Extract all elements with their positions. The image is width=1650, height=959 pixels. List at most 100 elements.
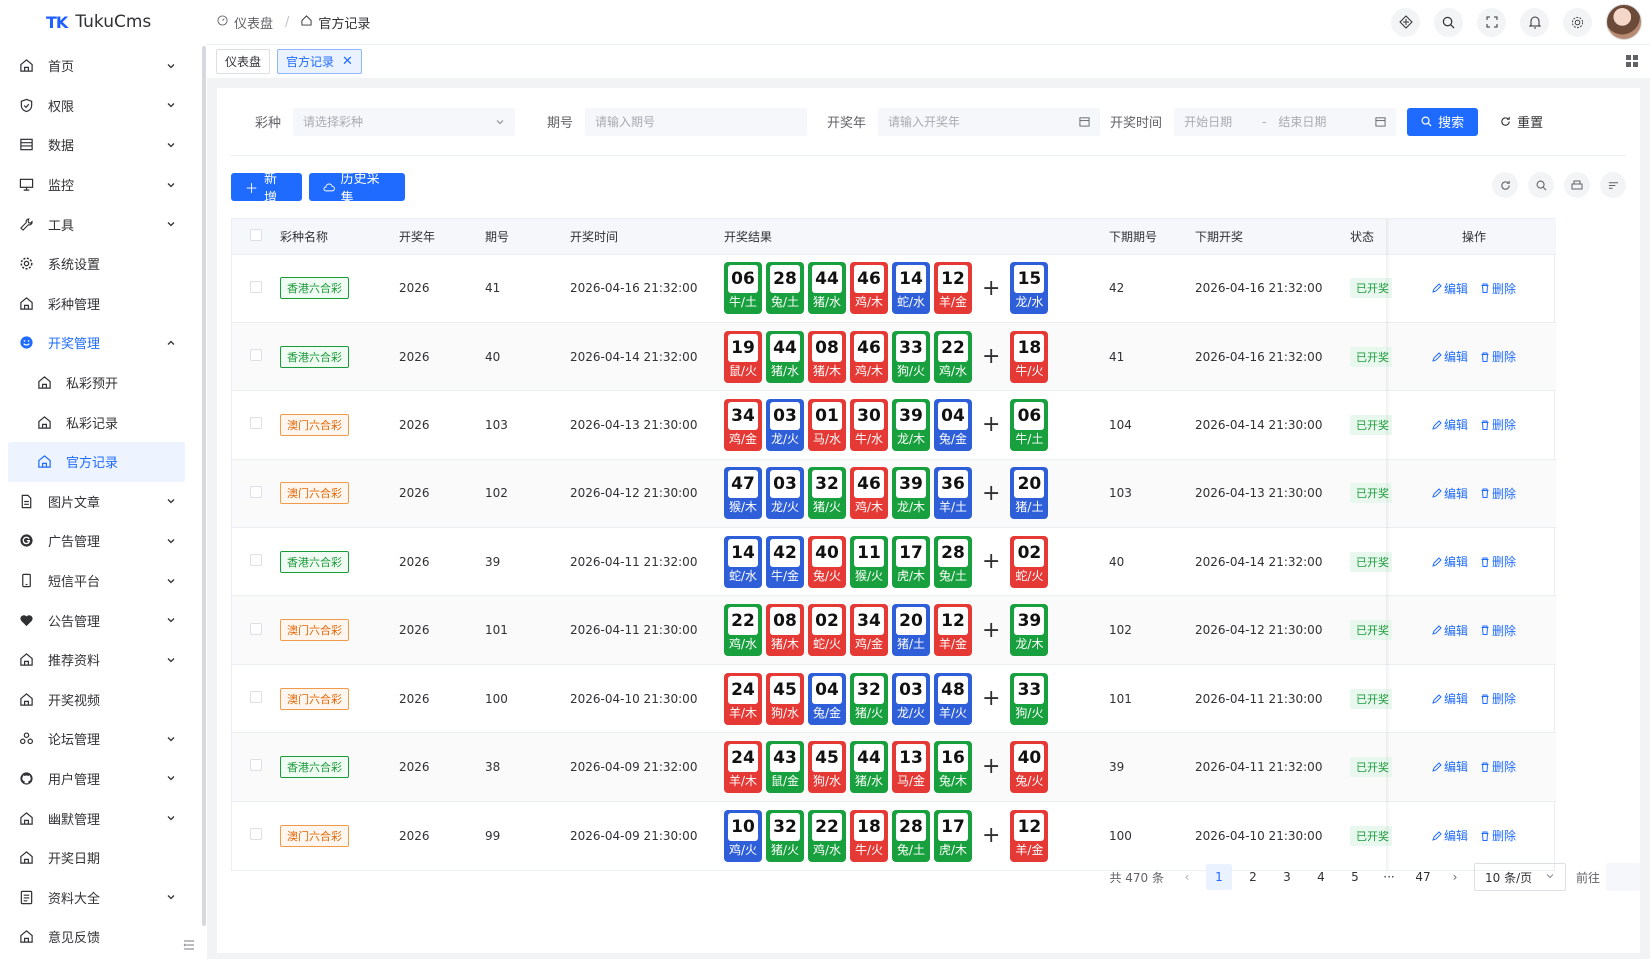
row-checkbox[interactable] [250, 280, 262, 293]
draw-year: 2026 [399, 527, 485, 597]
add-button[interactable]: ＋ 新增 [231, 172, 302, 206]
trash-icon [1481, 831, 1489, 841]
page-button[interactable]: 4 [1308, 864, 1334, 890]
page-ellipsis[interactable]: ··· [1376, 864, 1402, 890]
sidebar-item-17[interactable]: 论坛管理 [0, 719, 207, 759]
row-checkbox[interactable] [250, 554, 262, 567]
delete-button[interactable]: 删除 [1480, 553, 1516, 570]
delete-button[interactable]: 删除 [1480, 485, 1516, 502]
sidebar-item-9[interactable]: 私彩记录 [0, 402, 207, 442]
special-ball: 06 牛/土 [1010, 398, 1049, 451]
next-page-button[interactable]: › [1442, 864, 1468, 890]
sidebar-item-3[interactable]: 监控 [0, 165, 207, 205]
delete-button[interactable]: 删除 [1480, 348, 1516, 365]
sidebar-item-4[interactable]: 工具 [0, 204, 207, 244]
sidebar-item-14[interactable]: 公告管理 [0, 600, 207, 640]
close-icon[interactable]: ✕ [342, 54, 353, 69]
edit-button[interactable]: 编辑 [1432, 758, 1468, 775]
sidebar-item-6[interactable]: 彩种管理 [0, 284, 207, 324]
issue-input[interactable]: 请输入期号 [585, 107, 808, 136]
prev-page-button[interactable]: ‹ [1174, 864, 1200, 890]
delete-button[interactable]: 删除 [1480, 758, 1516, 775]
row-checkbox[interactable] [250, 828, 262, 841]
sidebar-item-10[interactable]: 官方记录 [8, 441, 185, 482]
page-button[interactable]: 5 [1342, 864, 1368, 890]
search-icon[interactable] [1528, 172, 1554, 198]
fullscreen-icon[interactable] [1477, 7, 1506, 37]
refresh-icon[interactable] [1492, 172, 1518, 198]
sidebar-item-15[interactable]: 推荐资料 [0, 640, 207, 680]
tab-official-records[interactable]: 官方记录 ✕ [277, 49, 362, 74]
delete-button[interactable]: 删除 [1480, 280, 1516, 297]
col-header-result[interactable]: 开奖结果 [724, 219, 1109, 255]
history-collect-button[interactable]: 历史采集 [309, 172, 405, 206]
collapse-sidebar-icon[interactable] [182, 938, 196, 952]
col-header-next-time[interactable]: 下期开奖 [1195, 219, 1350, 255]
edit-button[interactable]: 编辑 [1432, 485, 1468, 502]
page-button[interactable]: 1 [1205, 864, 1232, 890]
sidebar-item-12[interactable]: 广告管理 [0, 521, 207, 561]
sidebar-scrollbar[interactable] [202, 46, 206, 926]
edit-button[interactable]: 编辑 [1432, 827, 1468, 844]
delete-button[interactable]: 删除 [1480, 690, 1516, 707]
page-button[interactable]: 2 [1240, 864, 1266, 890]
page-button[interactable]: 3 [1274, 864, 1300, 890]
delete-button[interactable]: 删除 [1480, 622, 1516, 639]
sidebar-item-0[interactable]: 首页 [0, 46, 207, 86]
user-avatar[interactable] [1606, 4, 1642, 40]
row-checkbox[interactable] [250, 622, 262, 635]
col-header-issue[interactable]: 期号 [485, 219, 570, 255]
lottery-type-select[interactable]: 请选择彩种 [293, 107, 516, 136]
column-settings-icon[interactable] [1600, 172, 1626, 198]
sidebar-item-11[interactable]: 图片文章 [0, 482, 207, 522]
edit-button[interactable]: 编辑 [1432, 416, 1468, 433]
search-button[interactable]: 搜索 [1407, 107, 1479, 136]
sidebar-item-8[interactable]: 私彩预开 [0, 363, 207, 403]
print-icon[interactable] [1564, 172, 1590, 198]
row-checkbox[interactable] [250, 759, 262, 772]
settings-icon[interactable] [1563, 7, 1592, 37]
delete-button[interactable]: 删除 [1480, 416, 1516, 433]
col-header-time[interactable]: 开奖时间 [570, 219, 724, 255]
row-checkbox[interactable] [250, 485, 262, 498]
sidebar-item-13[interactable]: 短信平台 [0, 561, 207, 601]
edit-button[interactable]: 编辑 [1432, 348, 1468, 365]
tab-dashboard[interactable]: 仪表盘 [216, 49, 271, 74]
goto-page-input[interactable] [1606, 863, 1640, 891]
draw-date-range[interactable]: 开始日期 - 结束日期 [1174, 107, 1397, 136]
grid-icon[interactable] [1626, 55, 1638, 71]
sidebar-item-7[interactable]: 开奖管理 [0, 323, 207, 363]
reset-button[interactable]: 重置 [1486, 108, 1557, 136]
sidebar-item-16[interactable]: 开奖视频 [0, 680, 207, 720]
year-input[interactable]: 请输入开奖年 [878, 107, 1101, 136]
page-size-select[interactable]: 10 条/页 [1473, 863, 1566, 891]
bell-icon[interactable] [1520, 7, 1549, 37]
sidebar-item-21[interactable]: 资料大全 [0, 877, 207, 917]
sidebar-item-1[interactable]: 权限 [0, 86, 207, 126]
breadcrumb-item-dashboard[interactable]: 仪表盘 [234, 13, 273, 32]
select-all-checkbox[interactable] [250, 228, 262, 241]
sidebar-item-18[interactable]: 用户管理 [0, 759, 207, 799]
sidebar-item-22[interactable]: 意见反馈 [0, 917, 207, 957]
edit-button[interactable]: 编辑 [1432, 690, 1468, 707]
plugin-icon[interactable] [1391, 7, 1420, 37]
sidebar-item-19[interactable]: 幽默管理 [0, 798, 207, 838]
col-header-lottery[interactable]: 彩种名称 [280, 219, 399, 255]
row-checkbox[interactable] [250, 691, 262, 704]
ball-zodiac: 蛇/水 [728, 568, 758, 583]
sidebar-item-2[interactable]: 数据 [0, 125, 207, 165]
col-header-next-issue[interactable]: 下期期号 [1109, 219, 1195, 255]
edit-button[interactable]: 编辑 [1432, 622, 1468, 639]
ball-zodiac: 龙/火 [770, 500, 800, 515]
page-button[interactable]: 47 [1410, 864, 1436, 890]
row-checkbox[interactable] [250, 349, 262, 362]
edit-button[interactable]: 编辑 [1432, 280, 1468, 297]
delete-button[interactable]: 删除 [1480, 827, 1516, 844]
sidebar-item-5[interactable]: 系统设置 [0, 244, 207, 284]
col-header-year[interactable]: 开奖年 [399, 219, 485, 255]
app-logo[interactable]: TK TukuCms [0, 0, 207, 44]
sidebar-item-20[interactable]: 开奖日期 [0, 838, 207, 878]
edit-button[interactable]: 编辑 [1432, 553, 1468, 570]
search-icon[interactable] [1434, 7, 1463, 37]
row-checkbox[interactable] [250, 417, 262, 430]
